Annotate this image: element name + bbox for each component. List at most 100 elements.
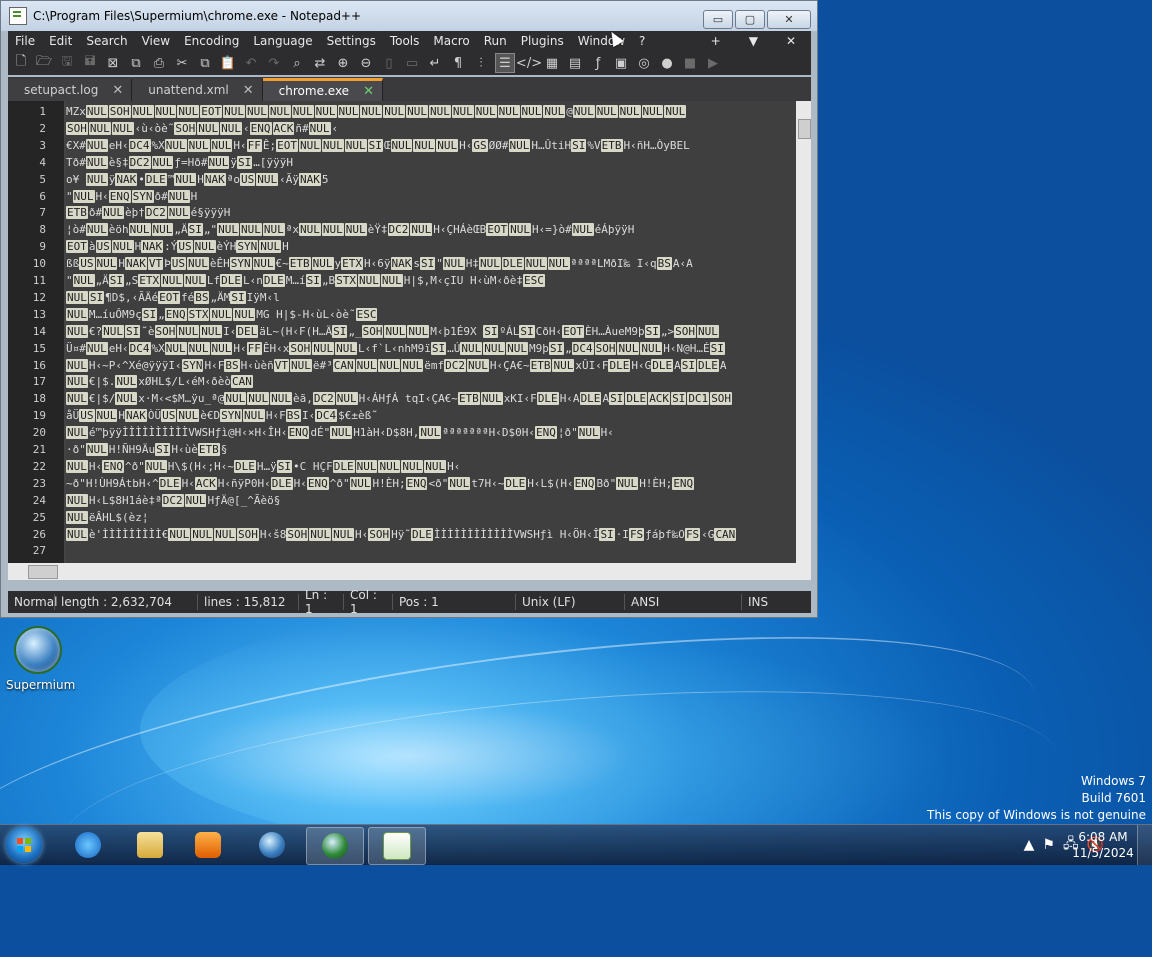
line-number: 27	[32, 544, 46, 558]
zoom-out-icon[interactable]: ⊖	[357, 54, 375, 72]
desktop-icon-supermium[interactable]: Supermium	[6, 626, 75, 692]
control-char-token: SI	[367, 138, 383, 152]
replace-icon[interactable]: ⇄	[311, 54, 329, 72]
text-run: MG H|$-H‹ùL‹òè˜	[256, 307, 356, 321]
redo-icon[interactable]: ↷	[265, 54, 283, 72]
doc-list-icon[interactable]: ▤	[566, 54, 584, 72]
text-run: Œ	[383, 138, 391, 152]
print-icon[interactable]: ⎙	[150, 54, 168, 72]
save-all-icon[interactable]: 🖬	[81, 54, 99, 72]
taskbar-clock[interactable]: 6:08 AM 11/5/2024	[1058, 829, 1148, 861]
function-list-icon[interactable]: ☰	[495, 53, 515, 73]
show-desktop-button[interactable]	[1137, 825, 1152, 865]
status-eol[interactable]: Unix (LF)	[516, 594, 625, 610]
menu-edit[interactable]: Edit	[42, 34, 79, 48]
menu-macro[interactable]: Macro	[426, 34, 476, 48]
taskbar-explorer[interactable]	[122, 827, 178, 863]
text-run: H‹	[600, 426, 614, 440]
control-char-token: NUL	[308, 121, 331, 135]
sync-vertical-icon[interactable]: ▯	[380, 54, 398, 72]
start-button[interactable]	[6, 827, 42, 863]
play-macro-icon[interactable]: ▶	[704, 54, 722, 72]
control-char-token: ENQ	[108, 189, 131, 203]
indent-guide-icon[interactable]: ⫶	[472, 54, 490, 72]
document-map-icon[interactable]: ▦	[543, 54, 561, 72]
control-char-token: ETB	[66, 206, 88, 220]
show-hidden-icons-icon[interactable]: ▲	[1024, 837, 1035, 853]
text-run: Tð#	[66, 155, 86, 169]
function-icon[interactable]: ƒ	[589, 54, 607, 72]
control-char-token: NUL	[349, 476, 372, 490]
control-char-token: NUL	[577, 426, 600, 440]
close-button[interactable]: ✕	[767, 10, 811, 29]
open-folder-icon[interactable]: 🗁	[35, 54, 53, 72]
menu-help[interactable]: ?	[632, 34, 652, 48]
title-bar[interactable]: C:\Program Files\Supermium\chrome.exe - …	[1, 1, 817, 31]
vertical-scrollbar[interactable]	[796, 101, 811, 563]
control-char-token: BS	[194, 290, 210, 304]
control-char-token: NUL	[289, 358, 312, 372]
control-char-token: NUL	[312, 341, 335, 355]
control-char-token: NUL	[184, 274, 206, 287]
save-icon[interactable]: 🖫	[58, 54, 76, 72]
code-icon[interactable]: </>	[516, 54, 542, 72]
scroll-thumb[interactable]	[28, 565, 58, 579]
close-file-icon[interactable]: ⊠	[104, 54, 122, 72]
menu-run[interactable]: Run	[477, 34, 514, 48]
menu-tools[interactable]: Tools	[383, 34, 427, 48]
new-file-icon[interactable]: 🗋	[12, 54, 30, 72]
tab-unattend-xml[interactable]: unattend.xml ✕	[132, 79, 263, 101]
text-run: ëmf	[424, 358, 445, 372]
control-char-token: NUL	[479, 257, 501, 271]
close-icon[interactable]: ✕	[112, 83, 123, 98]
tab-setupact-log[interactable]: setupact.log ✕	[8, 79, 133, 101]
taskbar-supermium-running[interactable]	[306, 827, 364, 865]
text-run: H‹ñÿP0H‹	[217, 476, 271, 490]
menu-language[interactable]: Language	[246, 34, 319, 48]
show-all-chars-icon[interactable]: ¶	[449, 54, 467, 72]
menu-search[interactable]: Search	[79, 34, 134, 48]
text-run: %X	[151, 138, 165, 152]
cut-icon[interactable]: ✂	[173, 54, 191, 72]
close-icon[interactable]: ✕	[363, 84, 374, 99]
taskbar-ie[interactable]	[60, 827, 116, 863]
taskbar-media-player[interactable]	[180, 827, 236, 863]
word-wrap-icon[interactable]: ↵	[426, 54, 444, 72]
status-encoding[interactable]: ANSI	[625, 594, 742, 610]
taskbar-notepadpp[interactable]	[368, 827, 426, 865]
horizontal-scrollbar[interactable]	[8, 563, 796, 580]
code-line: 14 NUL €?NUL SI ˜èSOH NUL NUL I‹DEL äL~(H‹F(H…ÄS…	[8, 323, 796, 340]
text-run: „B	[321, 274, 336, 287]
action-center-flag-icon[interactable]: ⚑	[1042, 837, 1055, 853]
menu-view[interactable]: View	[135, 34, 177, 48]
stop-macro-icon[interactable]: ■	[681, 54, 699, 72]
text-run: H…ÿ	[256, 459, 277, 473]
control-char-token: NUL	[85, 105, 108, 118]
minimize-button[interactable]: ▭	[703, 10, 733, 29]
new-tab-button[interactable]: +	[704, 34, 728, 48]
close-icon[interactable]: ✕	[243, 83, 254, 98]
toolbar: 🗋 🗁 🖫 🖬 ⊠ ⧉ ⎙ ✂ ⧉ 📋 ↶ ↷ ⌕ ⇄ ⊕ ⊖ ▯ ▭ ↵ ¶ …	[8, 51, 811, 75]
taskbar-supermium[interactable]	[244, 827, 300, 863]
menu-encoding[interactable]: Encoding	[177, 34, 246, 48]
zoom-in-icon[interactable]: ⊕	[334, 54, 352, 72]
sync-horizontal-icon[interactable]: ▭	[403, 54, 421, 72]
screenshot-icon[interactable]: ◎	[635, 54, 653, 72]
close-all-icon[interactable]: ⧉	[127, 54, 145, 72]
editor-area[interactable]: 1 MZxNUL SOH NUL NUL NUL EOT NUL NUL NUL NUL NUL NUL…	[8, 101, 796, 563]
tab-chrome-exe[interactable]: chrome.exe ✕	[262, 78, 383, 101]
menu-file[interactable]: File	[8, 34, 42, 48]
copy-icon[interactable]: ⧉	[196, 54, 214, 72]
text-run: èã,	[292, 392, 313, 406]
menu-plugins[interactable]: Plugins	[514, 34, 571, 48]
undo-icon[interactable]: ↶	[242, 54, 260, 72]
paste-icon[interactable]: 📋	[219, 54, 237, 72]
record-macro-icon[interactable]: ●	[658, 54, 676, 72]
menu-settings[interactable]: Settings	[320, 34, 383, 48]
maximize-button[interactable]: ▢	[735, 10, 765, 29]
monitor-icon[interactable]: ▣	[612, 54, 630, 72]
close-doc-button[interactable]: ✕	[779, 34, 803, 48]
tab-list-button[interactable]: ▼	[742, 34, 765, 48]
scroll-thumb[interactable]	[798, 119, 811, 139]
find-icon[interactable]: ⌕	[288, 54, 306, 72]
